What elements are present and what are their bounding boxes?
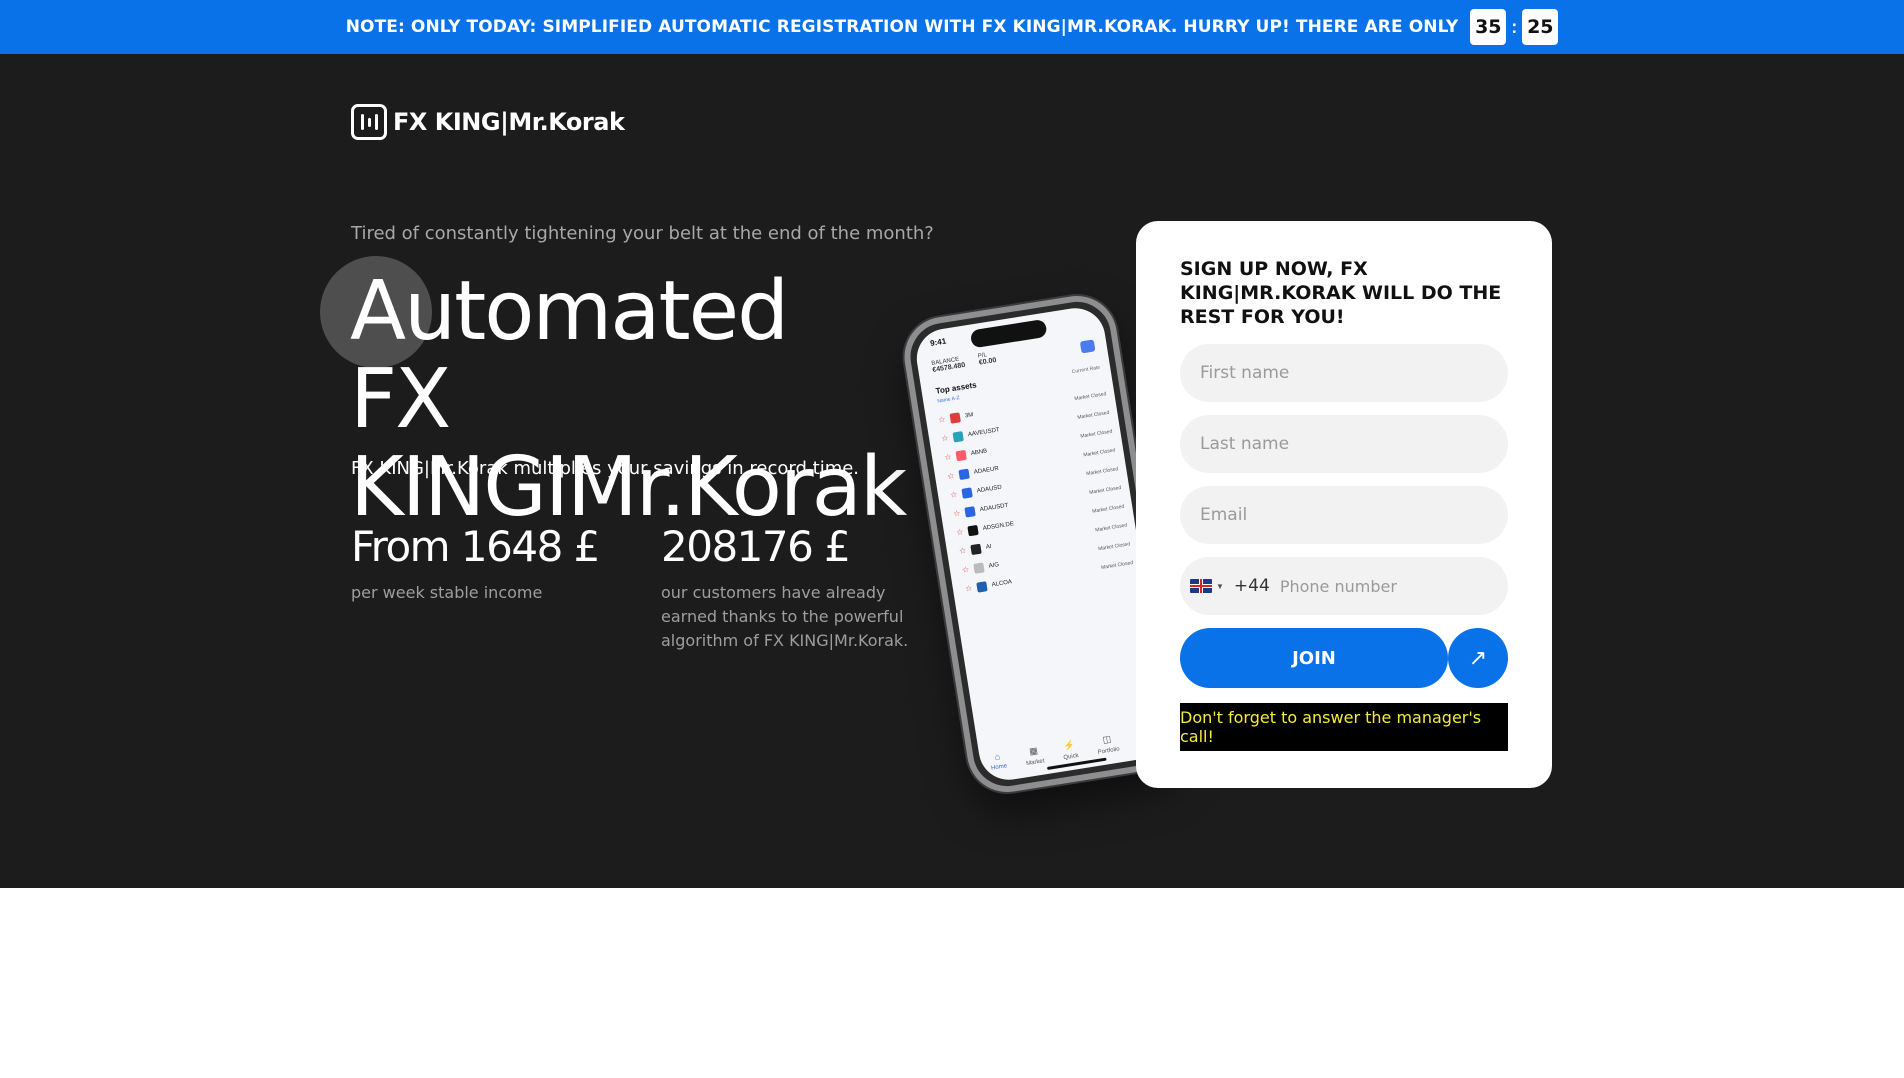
timer-seconds: 25 [1522, 9, 1559, 45]
stat-value: From 1648 £ [351, 522, 600, 571]
asset-logo-icon [976, 580, 988, 593]
hero-tagline: Tired of constantly tightening your belt… [351, 223, 934, 244]
signup-card: SIGN UP NOW, FX KING|MR.KORAK WILL DO TH… [1136, 221, 1552, 788]
phone-number-input[interactable] [1279, 576, 1480, 596]
countdown-timer: 35 : 25 [1470, 9, 1559, 45]
asset-logo-icon [955, 449, 967, 461]
timer-separator: : [1511, 16, 1518, 37]
tab-icon: ▦ [1028, 745, 1039, 757]
stat-description: our customers have already earned thanks… [661, 583, 909, 650]
tab-label: Quick [1063, 752, 1080, 762]
asset-status: Market Closed [1082, 446, 1116, 458]
asset-logo-icon [964, 505, 976, 518]
phone-balance: BALANCE €4578.480 P/L €0.00 [931, 351, 997, 374]
phone-tab-quick[interactable]: ⚡ Quick [1061, 739, 1079, 761]
phone-col-header: Current Rate [1071, 364, 1101, 376]
tab-icon: ◫ [1101, 733, 1112, 745]
asset-list: ☆ 3M Market Closed ☆ AAVEUSDT Market Closed ☆ A… [937, 384, 1135, 598]
phone-field: ▼ +44 [1180, 557, 1508, 615]
asset-status: Market Closed [1091, 503, 1125, 515]
asset-status: Market Closed [1073, 390, 1107, 402]
last-name-input[interactable] [1180, 415, 1508, 473]
asset-logo-icon [952, 430, 964, 443]
arrow-up-right-icon[interactable]: ↗ [1448, 628, 1508, 688]
manager-call-reminder: Don't forget to answer the manager's cal… [1180, 703, 1508, 751]
phone-tab-home[interactable]: ⌂ Home [989, 750, 1008, 772]
tab-label: Portfolio [1097, 746, 1121, 756]
tab-icon: ⚡ [1062, 739, 1076, 752]
phone-sort: Name A-Z [936, 395, 961, 405]
banner-note: NOTE: ONLY TODAY: SIMPLIFIED AUTOMATIC R… [345, 17, 1459, 37]
stat-total-earned: 208176 £ our customers have already earn… [661, 522, 911, 653]
headline-line-1: Automated FX [350, 264, 789, 447]
join-button[interactable]: JOIN [1180, 628, 1448, 688]
email-input[interactable] [1180, 486, 1508, 544]
phone-tab-market[interactable]: ▦ Market [1024, 745, 1045, 768]
signup-title: SIGN UP NOW, FX KING|MR.KORAK WILL DO TH… [1180, 258, 1502, 328]
asset-logo-icon [970, 543, 982, 555]
asset-status: Market Closed [1076, 409, 1110, 421]
stat-value: 208176 £ [661, 522, 851, 571]
asset-status: Market Closed [1079, 428, 1113, 440]
asset-status: Market Closed [1100, 559, 1134, 571]
pnl-value: €0.00 [978, 356, 997, 367]
asset-logo-icon [967, 524, 979, 536]
asset-status: Market Closed [1097, 540, 1131, 552]
first-name-input[interactable] [1180, 344, 1508, 402]
site-logo[interactable]: FX KING|Mr.Korak [351, 104, 625, 140]
asset-status: Market Closed [1085, 465, 1119, 477]
phone-section-title: Top assets [935, 380, 978, 396]
wallet-icon [1079, 339, 1096, 354]
stat-weekly-income: From 1648 £ per week stable income [351, 522, 600, 605]
asset-logo-icon [961, 486, 973, 499]
tab-icon: ⌂ [993, 751, 1001, 762]
promo-banner: NOTE: ONLY TODAY: SIMPLIFIED AUTOMATIC R… [0, 0, 1904, 54]
logo-icon [351, 104, 387, 140]
phone-notch [969, 318, 1048, 349]
uk-flag-icon[interactable] [1190, 579, 1212, 593]
logo-text: FX KING|Mr.Korak [393, 108, 625, 136]
asset-status: Market Closed [1094, 521, 1128, 533]
asset-logo-icon [958, 468, 970, 480]
phone-tab-portfolio[interactable]: ◫ Portfolio [1095, 733, 1120, 756]
stat-description: per week stable income [351, 583, 543, 602]
phone-time: 9:41 [929, 336, 947, 348]
timer-minutes: 35 [1470, 9, 1507, 45]
hero-headline: Automated FX KINGIMr.Korak [350, 268, 910, 532]
asset-status: Market Closed [1088, 484, 1122, 496]
dial-code: +44 [1233, 576, 1270, 596]
chevron-down-icon[interactable]: ▼ [1216, 582, 1224, 591]
tab-label: Market [1025, 758, 1045, 768]
hero-subline: FX KING|Mr.Korak multiplies your savings… [351, 458, 860, 479]
asset-logo-icon [949, 411, 961, 424]
asset-logo-icon [973, 561, 985, 574]
tab-label: Home [990, 763, 1008, 772]
